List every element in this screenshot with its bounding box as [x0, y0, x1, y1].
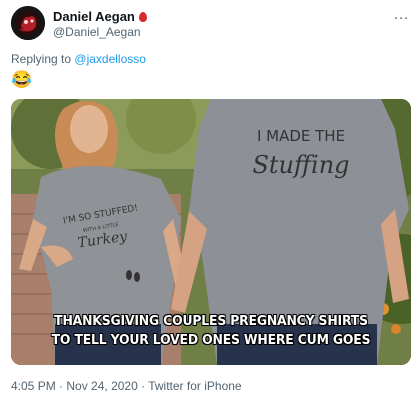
author-name[interactable]: Daniel Aegan — [53, 9, 147, 24]
meme-caption-line2: TO TELL YOUR LOVED ONES WHERE CUM GOES — [51, 332, 371, 348]
meta-separator: · — [55, 379, 67, 393]
tweet: Daniel Aegan @Daniel_Aegan … Replying to… — [0, 0, 420, 400]
blood-drop-icon — [138, 12, 147, 22]
meme-caption-line1: THANKSGIVING COUPLES PREGNANCY SHIRTS — [54, 313, 368, 329]
more-options-icon[interactable]: … — [393, 6, 410, 24]
replying-to-handle-link[interactable]: @jaxdellosso — [74, 52, 146, 66]
author-name-text[interactable]: Daniel Aegan — [53, 9, 135, 24]
tweet-source[interactable]: Twitter for iPhone — [148, 379, 241, 393]
meta-separator: · — [137, 379, 149, 393]
avatar-image — [11, 6, 45, 40]
replying-to: Replying to @jaxdellosso — [11, 52, 146, 66]
replying-to-prefix: Replying to — [11, 52, 72, 66]
shirt-right-line2: Stuffing — [252, 151, 349, 179]
avatar[interactable] — [11, 6, 45, 40]
tweet-text-emoji: 😂 — [11, 70, 33, 89]
tweet-photo[interactable]: I'M SO STUFFED! WITH A LITTLE Turkey I M… — [11, 99, 411, 365]
author-handle[interactable]: @Daniel_Aegan — [53, 25, 141, 39]
tweet-time[interactable]: 4:05 PM — [11, 379, 56, 393]
tweet-metadata: 4:05 PM · Nov 24, 2020 · Twitter for iPh… — [11, 379, 242, 393]
tweet-date[interactable]: Nov 24, 2020 — [66, 379, 137, 393]
shirt-right-line1: I MADE THE — [257, 127, 345, 145]
